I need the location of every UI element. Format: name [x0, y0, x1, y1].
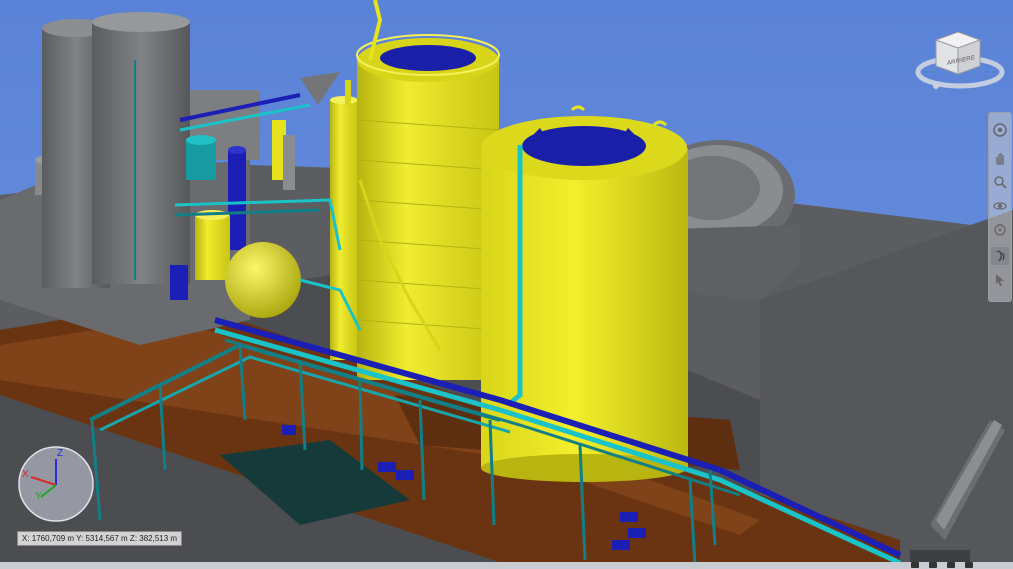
y-axis-label: Y: [35, 491, 42, 502]
navigation-bar: [988, 112, 1012, 302]
status-icon[interactable]: [911, 562, 919, 568]
steering-wheel-icon[interactable]: [991, 121, 1009, 139]
status-icon[interactable]: [947, 562, 955, 568]
status-icons: [911, 562, 973, 569]
yellow-storage-tank-right: [481, 148, 688, 468]
small-yellow-tank: [195, 215, 230, 280]
tank-roof-left: [380, 45, 476, 71]
z-axis-label: Z: [57, 448, 64, 459]
blue-column: [228, 150, 246, 250]
select-pointer-icon[interactable]: [991, 271, 1009, 289]
viewcube[interactable]: ARRIERE: [914, 28, 1006, 94]
coordinates-readout: X: 1760,709 m Y: 5314,567 m Z: 382,513 m: [17, 531, 183, 546]
look-icon[interactable]: [991, 221, 1009, 239]
axis-compass: Z X Y: [17, 445, 95, 523]
teal-vessel: [186, 140, 216, 180]
yellow-sphere-tank: [225, 242, 301, 318]
status-bar: [0, 562, 1013, 569]
zoom-icon[interactable]: [991, 173, 1009, 191]
yellow-column: [330, 100, 358, 360]
gray-silo-right: [92, 22, 190, 284]
walk-icon[interactable]: [991, 247, 1009, 265]
x-axis-label: X: [22, 469, 29, 480]
orbit-icon[interactable]: [991, 197, 1009, 215]
pan-hand-icon[interactable]: [991, 149, 1009, 167]
status-icon[interactable]: [929, 562, 937, 568]
3d-viewport[interactable]: [0, 0, 1013, 569]
status-icon[interactable]: [965, 562, 973, 568]
